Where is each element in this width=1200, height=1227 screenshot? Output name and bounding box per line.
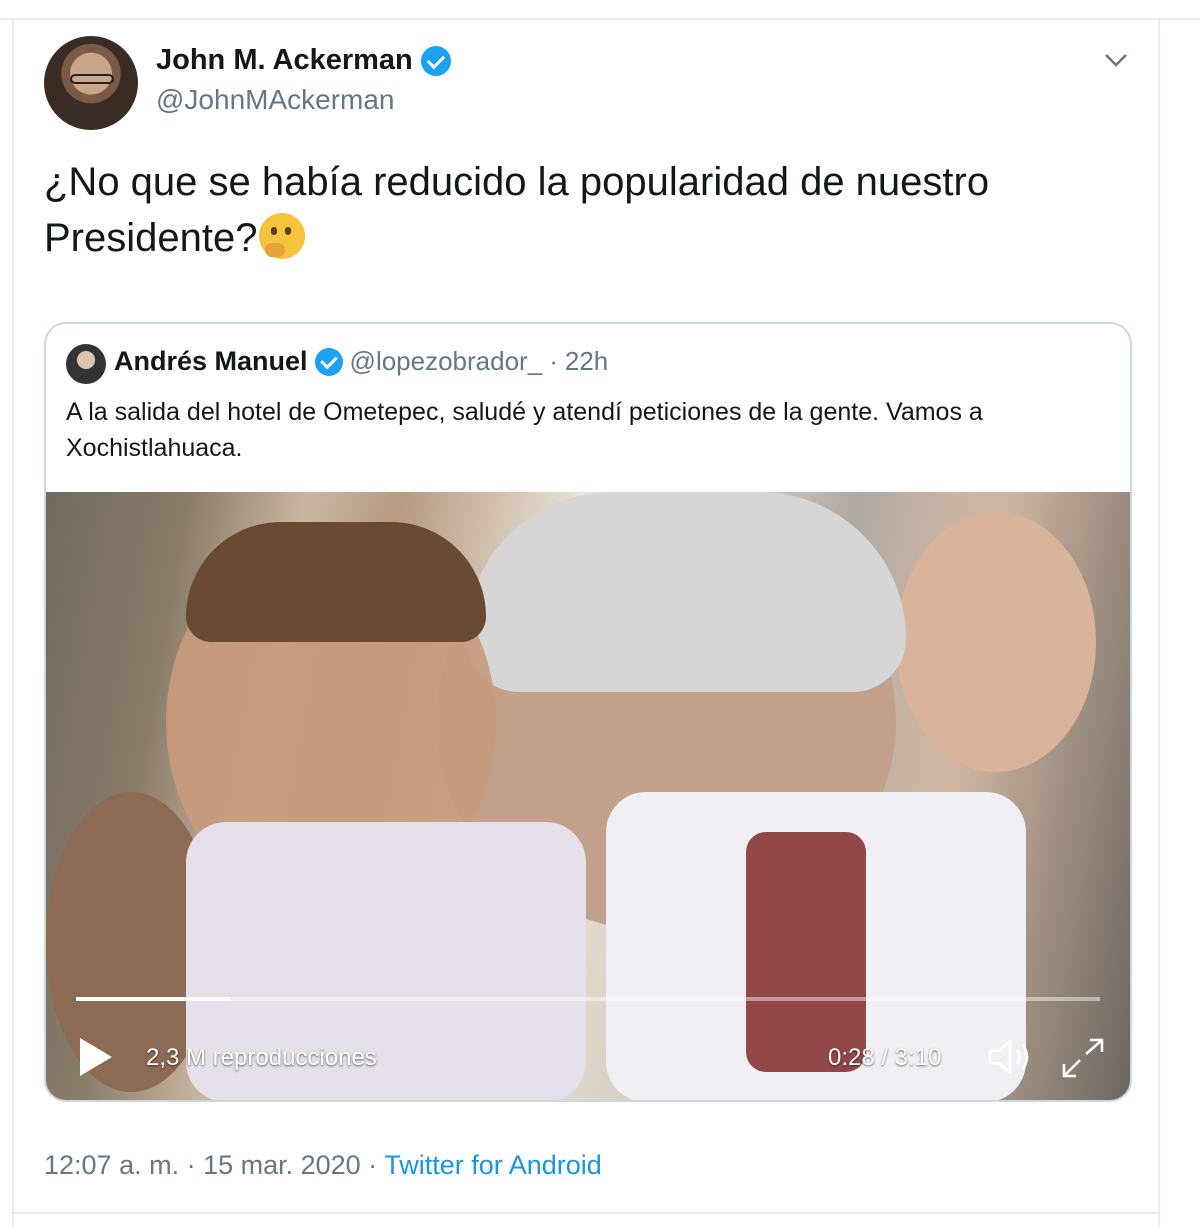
- author-handle[interactable]: @JohnMAckerman: [156, 84, 395, 116]
- volume-icon[interactable]: [986, 1036, 1036, 1078]
- tweet-text: ¿No que se había reducido la popularidad…: [44, 154, 1134, 266]
- quoted-author-avatar[interactable]: [66, 344, 106, 384]
- tweet-timestamp[interactable]: 12:07 a. m. · 15 mar. 2020 ·: [44, 1150, 377, 1180]
- author-avatar[interactable]: [44, 36, 138, 130]
- quoted-tweet-card[interactable]: Andrés Manuel @lopezobrador_ · 22h A la …: [44, 322, 1132, 1102]
- tweet-metadata: 12:07 a. m. · 15 mar. 2020 · Twitter for…: [44, 1150, 602, 1181]
- tweet-source-link[interactable]: Twitter for Android: [384, 1150, 602, 1180]
- separator-dot: ·: [549, 346, 558, 376]
- video-progress-fill[interactable]: [76, 997, 230, 1001]
- video-time: 0:28 / 3:10: [828, 1044, 942, 1071]
- left-rail-divider: [12, 18, 14, 1227]
- video-player[interactable]: 2,3 M reproducciones 0:28 / 3:10: [46, 492, 1130, 1100]
- thinking-face-emoji-icon: [259, 213, 306, 259]
- video-view-count: 2,3 M reproducciones: [146, 1044, 377, 1071]
- video-frame-shape: [746, 832, 866, 1072]
- quoted-author-handle[interactable]: @lopezobrador_: [350, 346, 543, 377]
- verified-badge-icon: [314, 347, 343, 376]
- video-frame-shape: [896, 512, 1096, 772]
- bottom-divider: [14, 1212, 1158, 1214]
- play-icon[interactable]: [78, 1036, 114, 1078]
- quoted-time[interactable]: 22h: [565, 346, 608, 377]
- video-frame-shape: [186, 522, 486, 642]
- author-name[interactable]: John M. Ackerman: [156, 44, 413, 77]
- top-divider: [0, 18, 1200, 20]
- quoted-tweet-text: A la salida del hotel de Ometepec, salud…: [66, 398, 983, 462]
- quoted-author-name[interactable]: Andrés Manuel: [114, 346, 308, 377]
- tweet-body: ¿No que se había reducido la popularidad…: [44, 160, 990, 260]
- verified-badge-icon: [420, 45, 451, 76]
- video-frame-shape: [466, 492, 906, 692]
- chevron-down-icon[interactable]: [1102, 48, 1130, 72]
- right-rail-divider: [1158, 18, 1160, 1227]
- quoted-tweet-header: Andrés Manuel @lopezobrador_ · 22h: [114, 346, 608, 377]
- fullscreen-icon[interactable]: [1060, 1036, 1106, 1080]
- author-name-row[interactable]: John M. Ackerman: [156, 44, 451, 77]
